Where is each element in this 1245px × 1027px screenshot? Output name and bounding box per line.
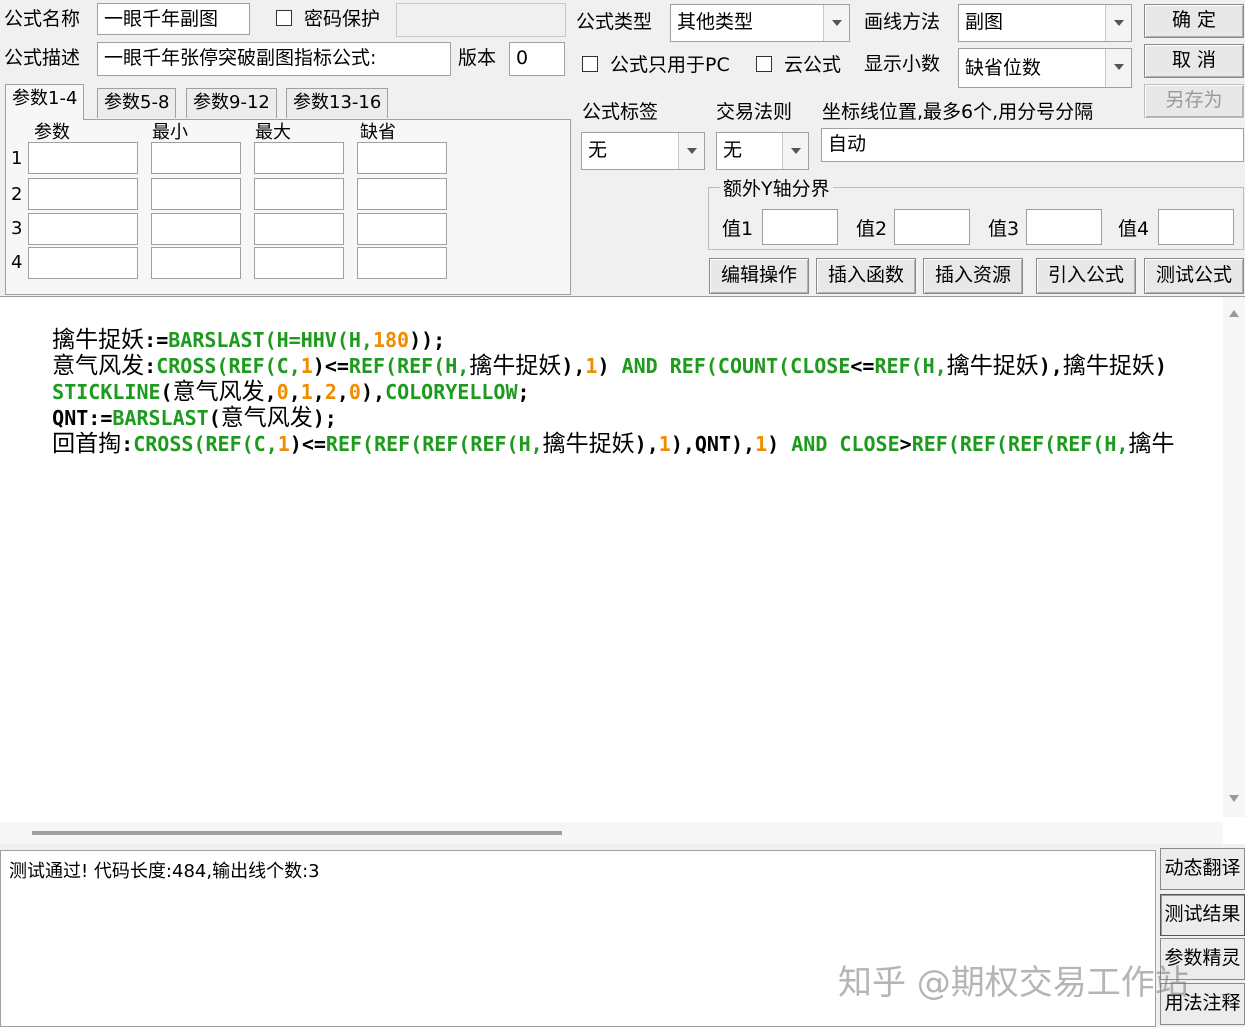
formula-tag-select[interactable]: 无: [581, 132, 705, 170]
watermark: 知乎 @期权交易工作站: [838, 963, 1189, 1003]
formula-type-select[interactable]: 其他类型: [670, 4, 850, 42]
vertical-scrollbar[interactable]: [1223, 297, 1245, 817]
param-row-num: 4: [11, 252, 23, 273]
param-default-input[interactable]: [357, 142, 447, 174]
chevron-down-icon: [823, 5, 849, 41]
param-header-name: 参数: [34, 122, 70, 143]
test-result-button[interactable]: 测试结果: [1160, 894, 1245, 936]
pc-only-label: 公式只用于PC: [610, 54, 730, 76]
draw-method-value: 副图: [965, 11, 1004, 33]
formula-tag-value: 无: [588, 139, 608, 161]
param-row-num: 1: [11, 148, 23, 169]
extra-yaxis-label: 额外Y轴分界: [720, 177, 833, 201]
password-label: 密码保护: [304, 8, 381, 30]
y-value-4-label: 值4: [1118, 218, 1150, 240]
cancel-button[interactable]: 取 消: [1144, 44, 1244, 78]
cloud-checkbox[interactable]: [756, 56, 772, 72]
password-checkbox[interactable]: [276, 10, 292, 26]
coord-line-label: 坐标线位置,最多6个,用分号分隔: [822, 101, 1094, 123]
chevron-down-icon: [1105, 49, 1131, 87]
param-max-input[interactable]: [254, 247, 344, 279]
param-row-num: 3: [11, 218, 23, 239]
formula-type-label: 公式类型: [576, 11, 653, 33]
code-line-5: 回首掏:CROSS(REF(C,1)<=REF(REF(REF(REF(H,擒牛…: [52, 431, 1175, 457]
trade-rule-value: 无: [723, 139, 743, 161]
y-value-2-input[interactable]: [894, 209, 970, 245]
param-min-input[interactable]: [151, 142, 241, 174]
ok-button[interactable]: 确 定: [1144, 4, 1244, 38]
y-value-2-label: 值2: [856, 218, 888, 240]
decimal-value: 缺省位数: [965, 57, 1042, 79]
param-name-input[interactable]: [28, 178, 138, 210]
param-default-input[interactable]: [357, 178, 447, 210]
formula-desc-label: 公式描述: [4, 47, 81, 69]
formula-desc-input[interactable]: 一眼千年张停突破副图指标公式:: [97, 42, 451, 76]
version-label: 版本: [458, 47, 497, 69]
y-value-1-input[interactable]: [762, 209, 838, 245]
password-input[interactable]: [396, 3, 566, 37]
y-value-3-label: 值3: [988, 218, 1020, 240]
param-max-input[interactable]: [254, 213, 344, 245]
param-min-input[interactable]: [151, 178, 241, 210]
param-header-max: 最大: [255, 122, 291, 143]
pc-only-checkbox[interactable]: [582, 56, 598, 72]
param-max-input[interactable]: [254, 142, 344, 174]
param-max-input[interactable]: [254, 178, 344, 210]
chevron-down-icon: [678, 133, 704, 169]
tab-params-5-8[interactable]: 参数5-8: [97, 88, 177, 118]
param-name-input[interactable]: [28, 142, 138, 174]
decimal-label: 显示小数: [864, 53, 941, 75]
param-default-input[interactable]: [357, 213, 447, 245]
horizontal-scrollbar[interactable]: [0, 822, 1223, 844]
formula-name-input[interactable]: 一眼千年副图: [97, 3, 250, 35]
y-value-3-input[interactable]: [1026, 209, 1102, 245]
param-header-min: 最小: [152, 122, 188, 143]
test-formula-button[interactable]: 测试公式: [1144, 258, 1244, 294]
tab-params-1-4[interactable]: 参数1-4: [5, 84, 85, 120]
param-min-input[interactable]: [151, 213, 241, 245]
cloud-label: 云公式: [784, 54, 842, 76]
formula-type-value: 其他类型: [677, 11, 754, 33]
formula-tag-label: 公式标签: [582, 101, 659, 123]
coord-line-input[interactable]: 自动: [821, 128, 1244, 162]
trade-rule-select[interactable]: 无: [716, 132, 809, 170]
param-name-input[interactable]: [28, 213, 138, 245]
param-row-num: 2: [11, 184, 23, 205]
draw-method-select[interactable]: 副图: [958, 4, 1132, 42]
formula-name-label: 公式名称: [4, 8, 81, 30]
chevron-down-icon: [1105, 5, 1131, 41]
tab-params-9-12[interactable]: 参数9-12: [186, 88, 277, 118]
insert-resource-button[interactable]: 插入资源: [923, 258, 1023, 294]
draw-method-label: 画线方法: [864, 11, 941, 33]
chevron-down-icon: [782, 133, 808, 169]
version-input[interactable]: 0: [509, 42, 565, 76]
status-text: 测试通过! 代码长度:484,输出线个数:3: [9, 861, 320, 882]
tab-params-13-16[interactable]: 参数13-16: [286, 88, 389, 118]
edit-ops-button[interactable]: 编辑操作: [709, 258, 809, 294]
param-default-input[interactable]: [357, 247, 447, 279]
param-header-default: 缺省: [360, 122, 396, 143]
dynamic-translate-button[interactable]: 动态翻译: [1160, 848, 1245, 890]
y-value-4-input[interactable]: [1158, 209, 1234, 245]
decimal-select[interactable]: 缺省位数: [958, 48, 1132, 88]
insert-function-button[interactable]: 插入函数: [816, 258, 916, 294]
horizontal-scroll-thumb[interactable]: [32, 831, 562, 835]
scroll-arrows-icon: [1229, 310, 1239, 802]
import-formula-button[interactable]: 引入公式: [1036, 258, 1136, 294]
y-value-1-label: 值1: [722, 218, 754, 240]
code-editor[interactable]: 擒牛捉妖:=BARSLAST(H=HHV(H,180)); 意气风发:CROSS…: [0, 296, 1245, 844]
param-min-input[interactable]: [151, 247, 241, 279]
trade-rule-label: 交易法则: [716, 101, 793, 123]
save-as-button[interactable]: 另存为: [1144, 84, 1244, 118]
param-name-input[interactable]: [28, 247, 138, 279]
